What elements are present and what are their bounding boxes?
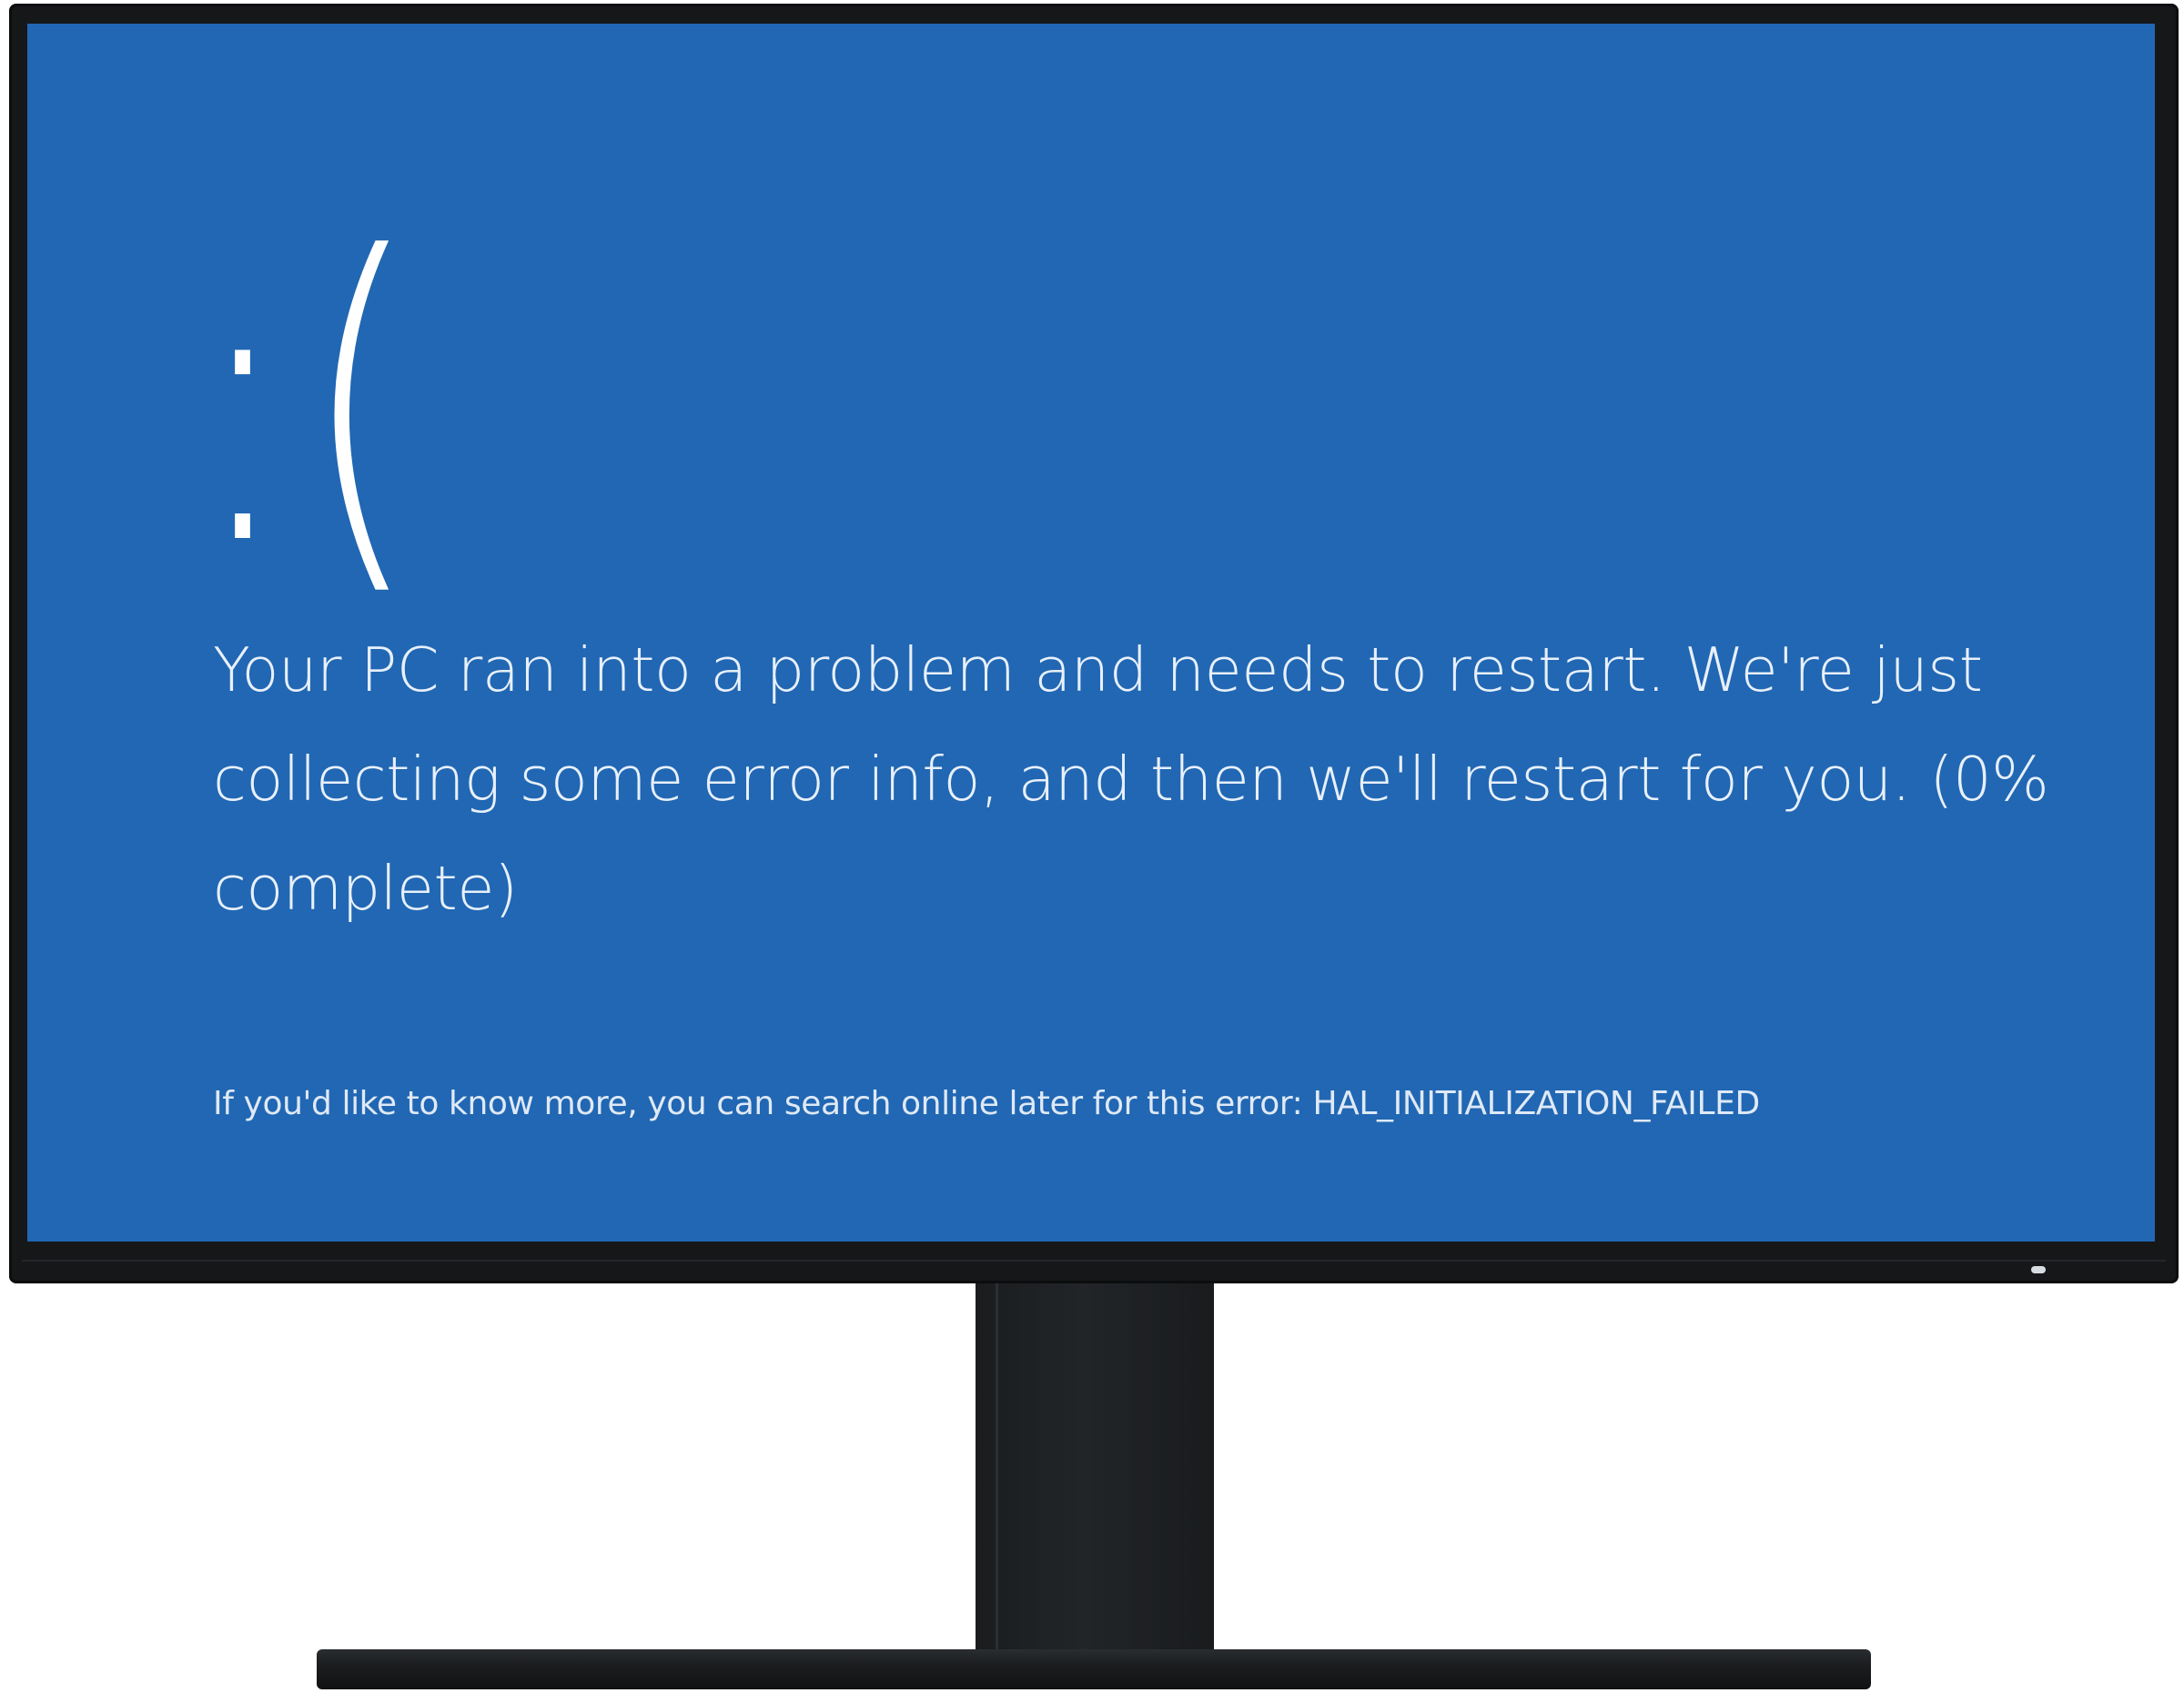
- blue-screen: :( Your PC ran into a problem and needs …: [27, 24, 2155, 1242]
- monitor-stand-neck: [976, 1283, 1214, 1651]
- bezel-chin-divider: [22, 1260, 2166, 1262]
- power-led-icon: [2031, 1266, 2046, 1273]
- stand-neck-highlight: [996, 1283, 998, 1651]
- error-message: Your PC ran into a problem and needs to …: [213, 634, 2049, 924]
- monitor: :( Your PC ran into a problem and needs …: [9, 4, 2179, 1283]
- monitor-stand-base: [317, 1649, 1871, 1689]
- more-info-text: If you'd like to know more, you can sear…: [213, 1085, 1760, 1122]
- sad-face-emoticon: :(: [191, 176, 428, 631]
